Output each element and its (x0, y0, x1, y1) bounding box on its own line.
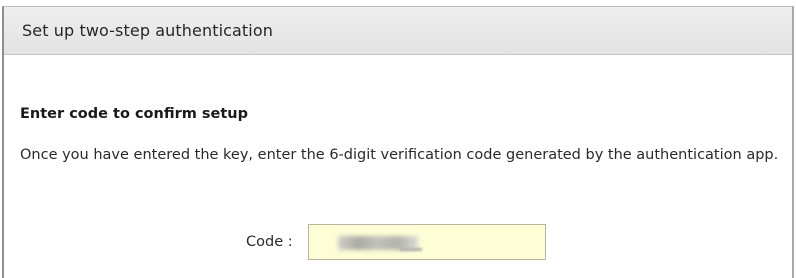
code-label: Code : (246, 234, 293, 250)
dialog-body: Enter code to confirm setup Once you hav… (4, 106, 792, 166)
code-input[interactable] (307, 224, 546, 260)
code-row: Code : (246, 224, 546, 260)
section-description: Once you have entered the key, enter the… (20, 147, 779, 163)
section-title: Enter code to confirm setup (20, 106, 248, 122)
dialog-header: Set up two-step authentication (4, 7, 792, 55)
dialog-title: Set up two-step authentication (22, 21, 273, 40)
